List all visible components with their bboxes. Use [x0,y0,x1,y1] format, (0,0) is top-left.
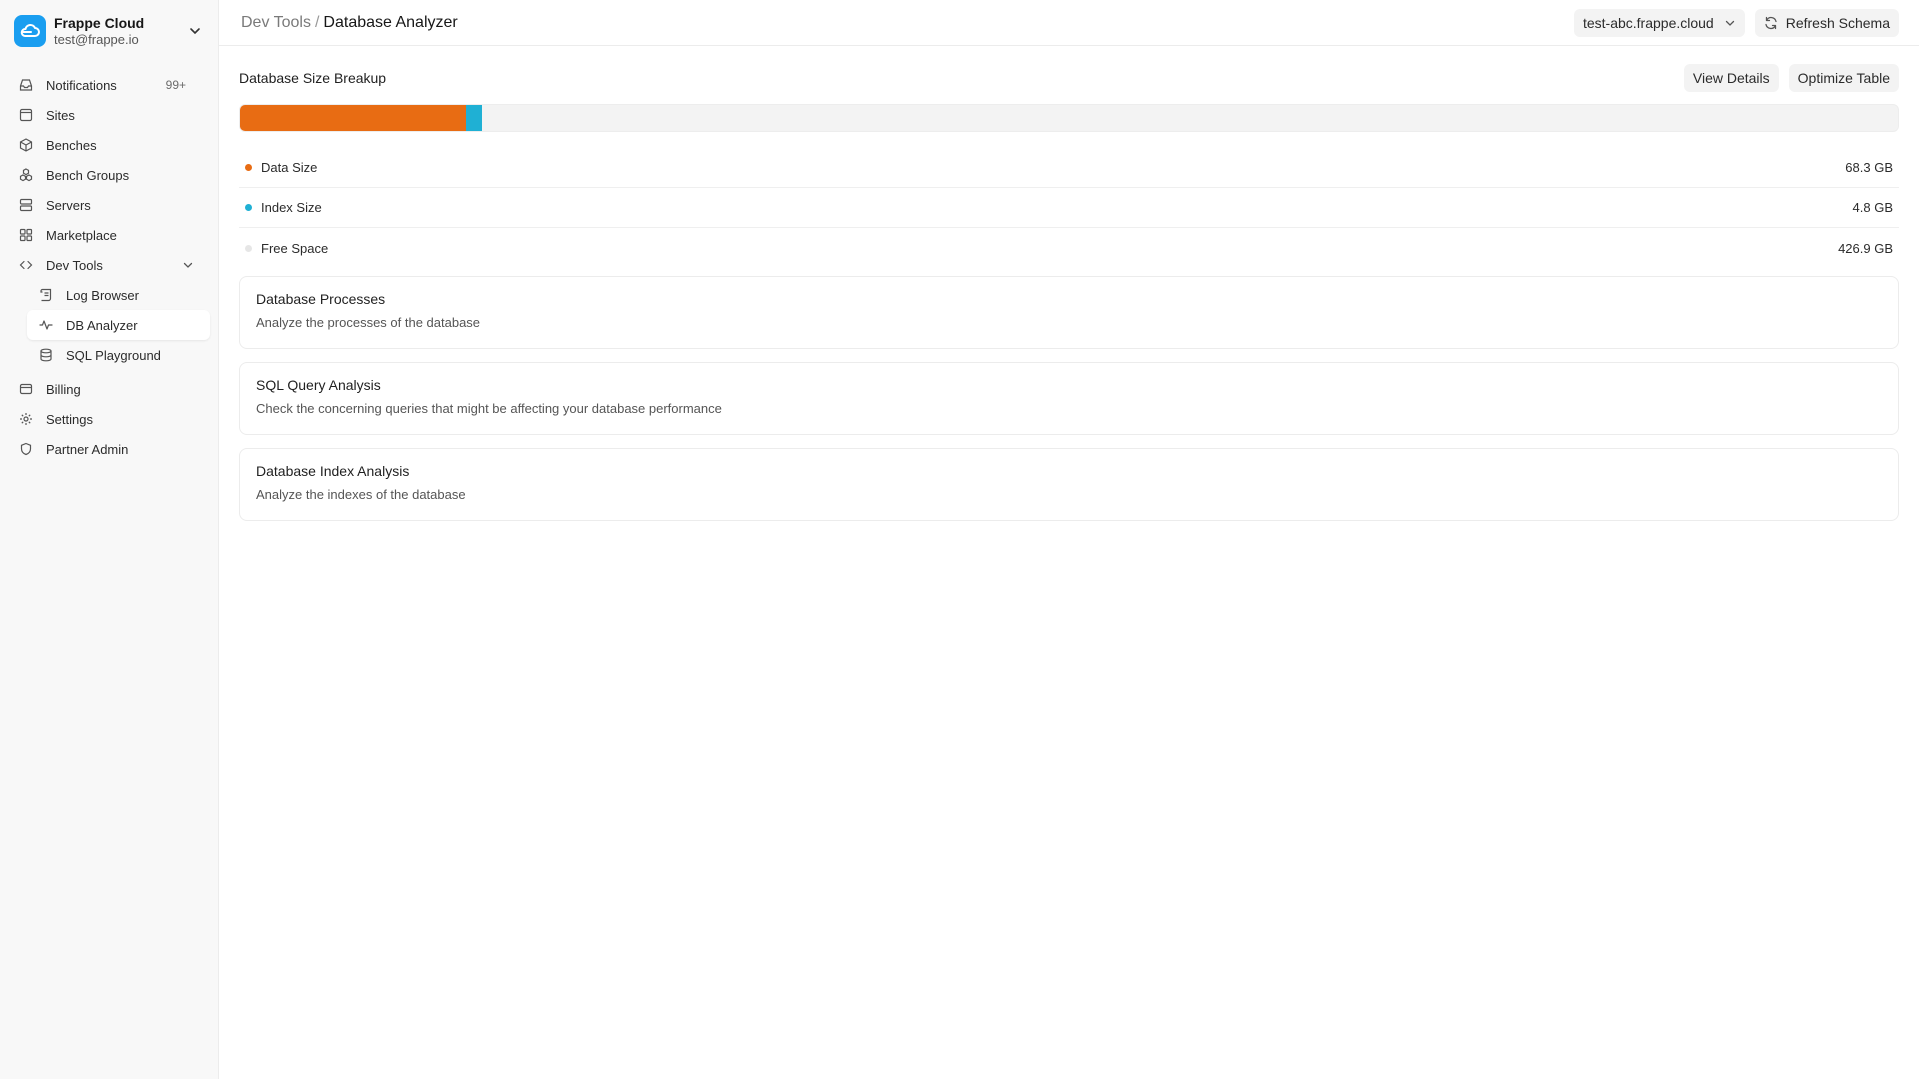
sidebar-item-servers[interactable]: Servers [8,190,210,220]
sidebar-item-label: Log Browser [66,287,139,303]
sidebar-item-bench-groups[interactable]: Bench Groups [8,160,210,190]
index-size-dot-icon [245,204,252,211]
chevron-down-icon[interactable] [186,22,204,40]
size-bar-segment-data-size [240,105,467,131]
view-details-button[interactable]: View Details [1683,64,1779,92]
server-icon [18,197,34,213]
sidebar-item-label: Benches [46,137,97,153]
sidebar-item-log-browser[interactable]: Log Browser [8,280,210,310]
size-bar-segment-index-size [466,105,483,131]
sidebar-item-label: Servers [46,197,91,213]
card-description: Analyze the processes of the database [256,315,481,330]
sidebar-item-dev-tools[interactable]: Dev Tools [8,250,210,280]
brand-name: Frappe Cloud [54,14,145,31]
legend-label: Free Space [261,240,329,256]
legend-label: Index Size [261,200,322,215]
database-icon [38,347,54,363]
card-title: Database Index Analysis [256,463,410,479]
gear-icon [18,411,34,427]
sidebar-item-label: SQL Playground [66,347,161,363]
content-area: Database Size Breakup View Details Optim… [219,46,1919,534]
legend-value: 426.9 GB [1838,240,1893,256]
refresh-icon [1764,16,1778,30]
refresh-schema-label: Refresh Schema [1785,14,1890,31]
site-selector-dropdown[interactable]: test-abc.frappe.cloud [1573,8,1745,37]
notifications-count-badge: 99+ [165,78,186,92]
free-space-dot-icon [245,244,252,252]
sidebar-item-sql-playground[interactable]: SQL Playground [8,340,210,370]
sidebar-item-label: Partner Admin [46,441,129,457]
sidebar-item-label: Marketplace [46,227,117,243]
size-breakup-title: Database Size Breakup [239,70,387,86]
size-breakup-header: Database Size Breakup View Details Optim… [239,64,1899,92]
card-sql-query-analysis[interactable]: SQL Query Analysis Check the concerning … [239,362,1899,435]
refresh-schema-button[interactable]: Refresh Schema [1754,8,1899,37]
breadcrumb-parent[interactable]: Dev Tools [241,14,311,31]
site-selector-value: test-abc.frappe.cloud [1582,14,1714,31]
legend-row-free-space: Free Space 426.9 GB [239,228,1899,268]
legend-value: 4.8 GB [1852,200,1893,215]
sidebar-item-notifications[interactable]: Notifications 99+ [8,70,210,100]
size-breakup-legend: Data Size 68.3 GB Index Size 4.8 GB Free… [239,148,1899,268]
boxes-icon [18,167,34,183]
brand-switcher[interactable]: Frappe Cloud test@frappe.io [8,10,210,50]
sidebar-item-label: Settings [46,411,93,427]
sidebar-item-label: Dev Tools [46,257,103,273]
sidebar-item-sites[interactable]: Sites [8,100,210,130]
legend-value: 68.3 GB [1845,160,1893,175]
optimize-table-button[interactable]: Optimize Table [1788,64,1899,92]
sidebar-item-settings[interactable]: Settings [8,404,210,434]
frappe-cloud-logo-icon [14,15,46,47]
legend-label: Data Size [261,160,318,175]
size-breakup-bar [239,104,1899,132]
inbox-icon [18,77,34,93]
sidebar-item-benches[interactable]: Benches [8,130,210,160]
sidebar-item-label: Billing [46,381,81,397]
card-title: SQL Query Analysis [256,377,381,393]
shield-icon [18,441,34,457]
sidebar-item-billing[interactable]: Billing [8,374,210,404]
top-bar: Dev Tools / Database Analyzer test-abc.fra… [219,0,1919,46]
code-icon [18,257,34,273]
card-database-index-analysis[interactable]: Database Index Analysis Analyze the inde… [239,448,1899,521]
card-title: Database Processes [256,291,386,307]
chevron-down-icon[interactable] [182,259,194,271]
package-icon [18,137,34,153]
chevron-down-icon [1724,17,1736,29]
browser-icon [18,107,34,123]
sidebar-item-label: Notifications [46,77,117,93]
data-size-dot-icon [245,164,252,171]
breadcrumb-separator: / [314,13,320,31]
grid-icon [18,227,34,243]
sidebar-item-partner-admin[interactable]: Partner Admin [8,434,210,464]
card-description: Analyze the indexes of the database [256,487,466,502]
sidebar-item-label: DB Analyzer [66,317,138,333]
activity-icon [38,317,54,333]
legend-row-index-size: Index Size 4.8 GB [239,188,1899,228]
sidebar-item-label: Bench Groups [46,167,130,183]
sidebar-item-db-analyzer[interactable]: DB Analyzer [27,310,210,340]
legend-row-data-size: Data Size 68.3 GB [239,148,1899,188]
dev-tools-submenu: Log Browser DB Analyzer SQL Playground [8,280,210,370]
sidebar: Frappe Cloud test@frappe.io Notification… [0,0,219,1079]
card-description: Check the concerning queries that might … [256,401,722,416]
breadcrumb: Dev Tools / Database Analyzer [241,14,1574,32]
sidebar-item-label: Sites [46,107,75,123]
main-panel: Dev Tools / Database Analyzer test-abc.fra… [219,0,1919,1079]
wallet-icon [18,381,34,397]
page-title: Database Analyzer [323,13,458,31]
scroll-icon [38,287,54,303]
brand-email: test@frappe.io [54,31,139,47]
sidebar-item-marketplace[interactable]: Marketplace [8,220,210,250]
card-database-processes[interactable]: Database Processes Analyze the processes… [239,276,1899,349]
